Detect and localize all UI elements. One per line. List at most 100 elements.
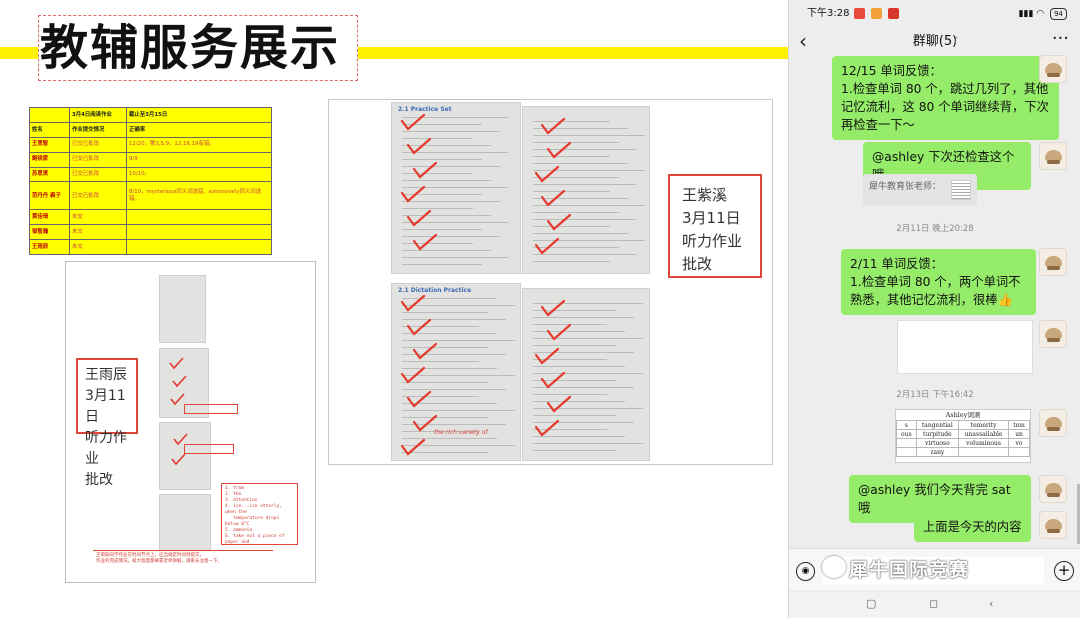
avatar[interactable] bbox=[1039, 511, 1067, 539]
word-row: s tangential temerity tem bbox=[896, 420, 1030, 430]
homework-page-top-left: 2.1 Practice Set bbox=[391, 102, 521, 274]
timestamp: 2月11日 晚上20:28 bbox=[896, 224, 974, 234]
table-cell: 范丹丹 裘子 bbox=[29, 181, 70, 211]
table-cell: 王雨辰 bbox=[29, 239, 70, 255]
status-time: 下午3:28 bbox=[807, 8, 850, 19]
student-label-left: 王雨辰 3月11日 听力作业 批改 bbox=[76, 358, 138, 488]
table-cell: 已交已批改 bbox=[69, 136, 127, 153]
word-row: ous turpitude unassailable un bbox=[896, 429, 1030, 439]
more-icon[interactable]: ··· bbox=[1052, 28, 1069, 50]
table-cell: 未交 bbox=[69, 224, 127, 241]
homework-photo bbox=[159, 275, 206, 343]
message-bubble[interactable]: 上面是今天的内容 bbox=[914, 512, 1031, 542]
thumbnail-icon bbox=[951, 180, 971, 200]
slide-title: 教辅服务展示 bbox=[40, 20, 341, 76]
word-cell: tangential bbox=[915, 420, 960, 430]
table-cell bbox=[29, 107, 70, 123]
status-bar: 下午3:28 ▮▮▮ ◠ 94 bbox=[789, 0, 1080, 28]
table-row: 苏思贤 已交已批改 10/10。 bbox=[29, 166, 272, 183]
avatar[interactable] bbox=[1039, 142, 1067, 170]
table-cell: 正确率 bbox=[126, 121, 272, 138]
word-cell: voluminous bbox=[958, 438, 1010, 448]
quoted-message[interactable]: 犀牛教育张老师： bbox=[863, 174, 977, 206]
homework-photo bbox=[159, 494, 211, 552]
red-annotation-box bbox=[184, 404, 238, 414]
table-cell: 苏思贤 bbox=[29, 166, 70, 183]
word-cell: unassailable bbox=[958, 429, 1010, 439]
table-row: 王思智 已交已批改 12/20，第3,5,9，12,18,19有错。 bbox=[29, 136, 272, 153]
word-cell bbox=[1008, 447, 1030, 457]
check-marks-icon bbox=[534, 299, 572, 437]
word-row: zany bbox=[896, 447, 1030, 457]
status-right: ▮▮▮ ◠ 94 bbox=[1019, 0, 1067, 28]
table-row: 黄佳琦 未交 bbox=[29, 209, 272, 226]
word-cell: un bbox=[1008, 429, 1030, 439]
word-cell bbox=[896, 447, 917, 457]
word-list-caption: Ashley词测 bbox=[945, 411, 981, 419]
answer-notes: 1. from 2. the 3. attention 4. ice...ice… bbox=[221, 483, 298, 545]
chat-title: 群聊(5) bbox=[912, 34, 958, 49]
home-icon[interactable]: ◻ bbox=[929, 597, 938, 610]
doc-annotation: the rich variety of bbox=[434, 429, 488, 436]
word-cell: zany bbox=[915, 447, 960, 457]
word-cell: temerity bbox=[958, 420, 1010, 430]
table-cell: 作业提交情况 bbox=[69, 121, 127, 138]
word-cell: vo bbox=[1008, 438, 1030, 448]
table-row: 3月4日阅读作业 截止至3月15日 bbox=[29, 107, 272, 123]
check-marks-icon bbox=[171, 433, 188, 466]
avatar[interactable] bbox=[1039, 409, 1067, 437]
table-cell: 9/9 bbox=[126, 151, 272, 168]
avatar[interactable] bbox=[1039, 320, 1067, 348]
table-cell: 已交已批改 bbox=[69, 181, 127, 211]
table-cell bbox=[126, 209, 272, 226]
image-message[interactable] bbox=[897, 320, 1033, 374]
table-cell: 姓名 bbox=[29, 121, 70, 138]
word-cell bbox=[958, 447, 1010, 457]
avatar[interactable] bbox=[1039, 55, 1067, 83]
table-cell: 黄佳琦 bbox=[29, 209, 70, 226]
notification-icon bbox=[854, 7, 865, 19]
voice-icon[interactable]: ◉ bbox=[796, 562, 815, 581]
homework-page-top-right bbox=[522, 106, 650, 274]
word-cell: turpitude bbox=[915, 429, 960, 439]
avatar[interactable] bbox=[1039, 475, 1067, 503]
table-cell: 已交已批改 bbox=[69, 151, 127, 168]
table-cell: 已交已批改 bbox=[69, 166, 127, 183]
android-nav-bar: ▢ ◻ ‹ bbox=[789, 592, 1080, 618]
mid-homework-panel: 2.1 Practice Set 2.1 Dictation Practice … bbox=[328, 99, 773, 465]
wechat-logo-icon bbox=[822, 556, 846, 578]
word-cell: virtuoso bbox=[915, 438, 960, 448]
recent-apps-icon[interactable]: ▢ bbox=[866, 597, 876, 610]
word-cell: s bbox=[896, 420, 917, 430]
table-cell: 截止至3月15日 bbox=[126, 107, 272, 123]
table-row: 姓名 作业提交情况 正确率 bbox=[29, 121, 272, 138]
homework-photo bbox=[159, 422, 211, 490]
table-cell: 12/20，第3,5,9，12,18,19有错。 bbox=[126, 136, 272, 153]
table-cell: 未交 bbox=[69, 239, 127, 255]
avatar[interactable] bbox=[1039, 248, 1067, 276]
watermark: 犀牛国际竞赛 bbox=[849, 559, 970, 581]
homework-page-bottom-right bbox=[522, 288, 650, 461]
battery-icon: 94 bbox=[1050, 8, 1067, 20]
chat-header: ‹ 群聊(5) ♪ ··· bbox=[789, 28, 1080, 58]
table-row: 邹智瀚 未交 bbox=[29, 224, 272, 241]
table-cell: 3月4日阅读作业 bbox=[69, 107, 127, 123]
word-cell bbox=[896, 438, 917, 448]
table-cell: 8/10，mysterious同义词选错，extensively同义词选错。 bbox=[126, 181, 272, 211]
signal-icon: ▮▮▮ bbox=[1018, 9, 1034, 19]
check-marks-icon bbox=[400, 113, 438, 251]
table-cell: 王思智 bbox=[29, 136, 70, 153]
table-cell: 鲍锐家 bbox=[29, 151, 70, 168]
message-bubble[interactable]: 12/15 单词反馈： 1.检查单词 80 个，跳过几列了，其他记忆流利，这 8… bbox=[832, 56, 1059, 140]
homework-table: 3月4日阅读作业 截止至3月15日 姓名 作业提交情况 正确率 王思智 已交已批改 12/20… bbox=[29, 107, 272, 255]
back-nav-icon[interactable]: ‹ bbox=[989, 597, 993, 610]
slide: 教辅服务展示 3月4日阅读作业 截止至3月15日 姓名 作业提交情况 正确率 王思智 已交已… bbox=[0, 0, 1080, 618]
red-annotation-box bbox=[184, 444, 234, 454]
table-row: 范丹丹 裘子 已交已批改 8/10，mysterious同义词选错，extensiv… bbox=[29, 181, 272, 211]
teacher-comment: 王雨辰同学作业在时间节点上，应当规定时间到提交。 作业的完成情况，很大程度都要靠… bbox=[93, 550, 273, 581]
message-bubble[interactable]: 2/11 单词反馈： 1.检查单词 80 个，两个单词不熟悉，其他记忆流利，很棒… bbox=[841, 249, 1036, 315]
table-cell: 10/10。 bbox=[126, 166, 272, 183]
plus-icon[interactable]: + bbox=[1054, 561, 1074, 581]
image-message-word-list[interactable]: Ashley词测 s tangential temerity tem ous turpit… bbox=[895, 409, 1031, 463]
word-cell: ous bbox=[896, 429, 917, 439]
